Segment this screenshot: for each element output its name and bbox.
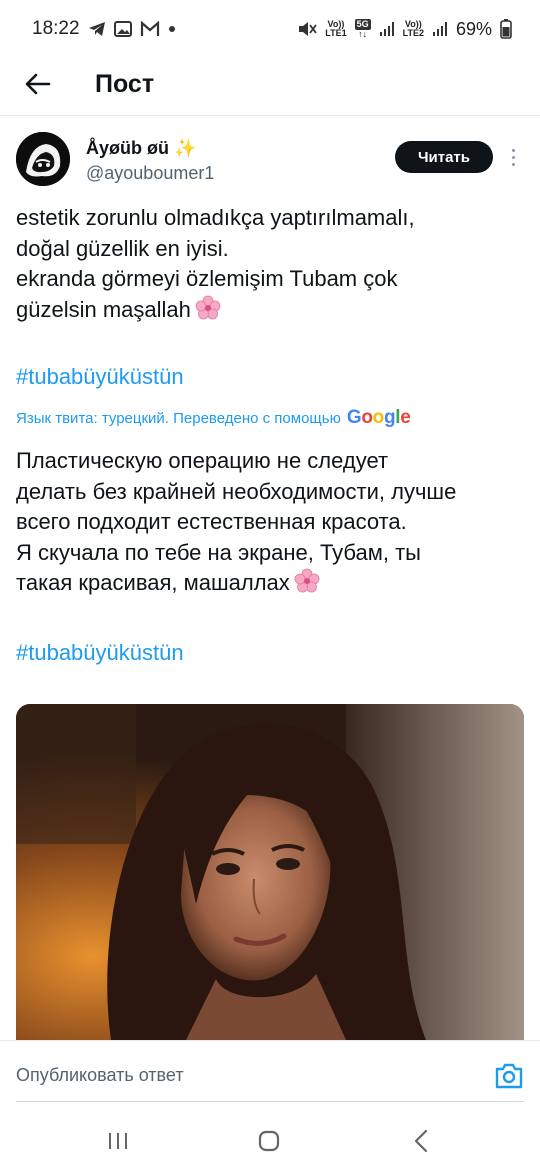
signal-2-icon [432, 21, 448, 37]
status-bar: 18:22 Vo)) LTE1 5G ↑↓ Vo)) LTE2 69% [0, 0, 540, 58]
notification-dot-icon [168, 25, 176, 33]
author-handle[interactable]: @ayouboumer1 [86, 163, 214, 184]
google-logo: Google [346, 407, 411, 428]
home-button[interactable] [254, 1126, 284, 1156]
back-icon [414, 1129, 428, 1153]
hashtag-link[interactable]: #tubabüyüküstün [16, 364, 184, 390]
translated-line: такая красивая, машаллах [16, 568, 526, 603]
signal-1-icon [379, 21, 395, 37]
top-app-bar: Пост [0, 58, 540, 110]
translated-line: всего подходит естественная красота. [16, 509, 407, 534]
nav-back-button[interactable] [406, 1126, 436, 1156]
recents-icon [109, 1133, 127, 1149]
follow-button[interactable]: Читать [395, 141, 493, 173]
status-time: 18:22 [32, 18, 80, 39]
network-5g-icon: 5G ↑↓ [354, 19, 371, 39]
gallery-icon [113, 21, 132, 37]
volte1-icon: Vo)) LTE1 [325, 19, 347, 38]
tweet-text: estetik zorunlu olmadıkça yaptırılmamalı… [16, 203, 526, 329]
tweet-line: estetik zorunlu olmadıkça yaptırılmamalı… [16, 205, 415, 230]
reply-underline [16, 1101, 524, 1102]
mute-icon [297, 20, 317, 38]
reply-bar: Опубликовать ответ [0, 1040, 540, 1112]
avatar[interactable] [16, 132, 70, 186]
battery-percent: 69% [455, 18, 492, 39]
telegram-icon [88, 21, 106, 37]
translated-text: Пластическую операцию не следует делать … [16, 446, 526, 603]
translated-hashtag-link[interactable]: #tubabüyüküstün [16, 640, 184, 666]
more-options-button[interactable] [505, 145, 521, 169]
header-divider [0, 115, 540, 116]
camera-button[interactable] [494, 1062, 524, 1090]
cherry-blossom-icon [294, 568, 320, 603]
volte2-icon: Vo)) LTE2 [402, 19, 424, 38]
tweet-line: güzelsin maşallah [16, 295, 526, 330]
battery-icon [500, 19, 512, 39]
tweet-line: ekranda görmeyi özlemişim Tubam çok [16, 266, 398, 291]
page-title: Пост [95, 70, 155, 98]
reply-input[interactable]: Опубликовать ответ [16, 1065, 184, 1086]
system-nav-bar [0, 1112, 540, 1170]
tweet-line: doğal güzellik en iyisi. [16, 235, 229, 261]
gmail-icon [140, 21, 160, 37]
translated-line: Пластическую операцию не следует [16, 448, 389, 473]
more-vertical-icon [511, 148, 515, 152]
home-icon [258, 1130, 280, 1152]
translated-line: Я скучала по тебе на экране, Тубам, ты [16, 539, 421, 565]
translation-note-text: Язык твита: турецкий. Переведено с помощ… [16, 409, 341, 427]
translated-line: делать без крайней необходимости, лучше [16, 478, 457, 504]
camera-icon [495, 1063, 523, 1089]
tweet-photo[interactable] [16, 704, 524, 1040]
author-name[interactable]: Åyøüb øü ✨ [86, 138, 196, 159]
cherry-blossom-icon [195, 295, 221, 330]
recents-button[interactable] [103, 1126, 133, 1156]
back-arrow-icon [25, 73, 51, 95]
translation-note[interactable]: Язык твита: турецкий. Переведено с помощ… [16, 407, 411, 429]
back-button[interactable] [20, 66, 56, 102]
